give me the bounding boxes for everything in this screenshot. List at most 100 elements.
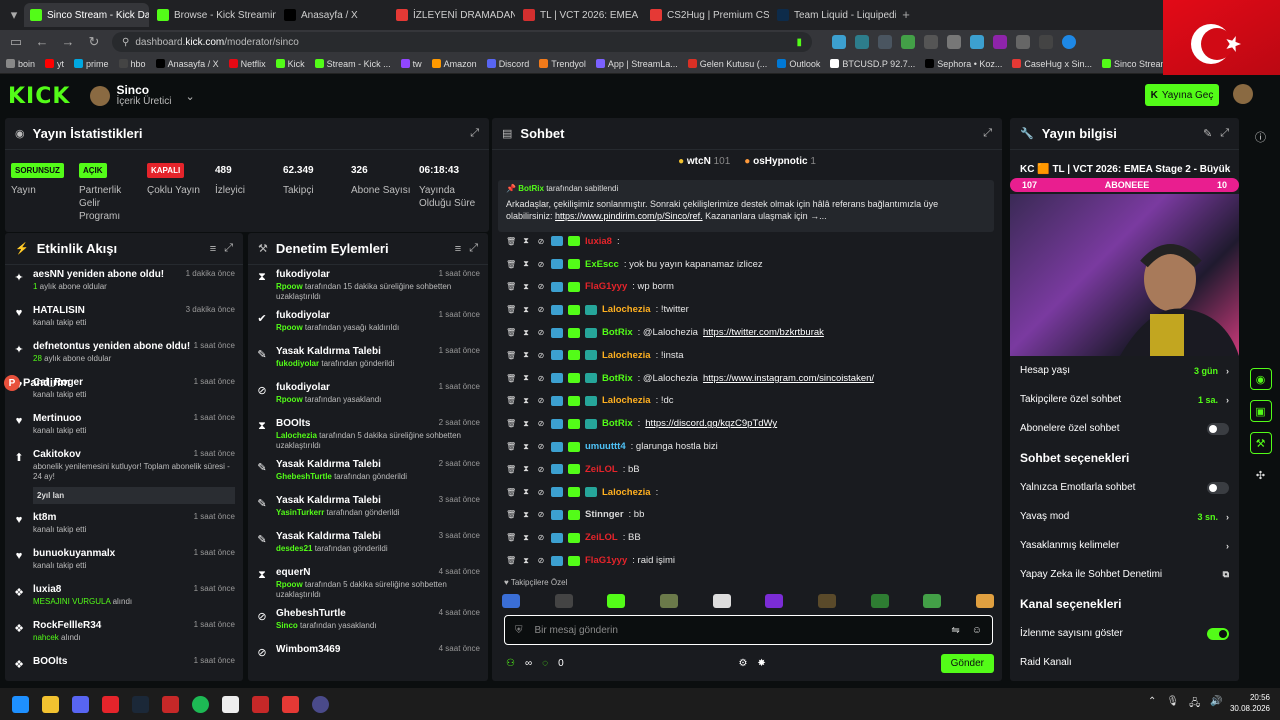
feed-item[interactable]: ⬆ Cakitokov 1 saat önce abonelik yenilemesi…: [5, 445, 243, 508]
extension-icon[interactable]: [993, 35, 1007, 49]
chevron-right-icon[interactable]: ›: [1226, 541, 1229, 551]
browser-tab[interactable]: Sinco Stream - Kick Dashbo: [24, 3, 149, 27]
ban-icon[interactable]: ⊘: [536, 556, 546, 565]
toggle-switch[interactable]: [1207, 422, 1229, 435]
extension-icon[interactable]: [878, 35, 892, 49]
emote[interactable]: [817, 594, 836, 608]
app-icon[interactable]: [162, 695, 179, 713]
extension-icon[interactable]: [924, 35, 938, 49]
emote[interactable]: [659, 594, 678, 608]
mod-item[interactable]: ⧗ BOOlts 2 saat önce Lalochezia tarafından …: [248, 414, 488, 455]
chat-username[interactable]: ZeiLOL: [585, 464, 618, 475]
users-icon[interactable]: ⚇: [506, 658, 515, 669]
emoji-icon[interactable]: ☺: [972, 625, 982, 636]
ban-icon[interactable]: ⊘: [536, 328, 546, 337]
chevron-down-icon[interactable]: ⌄: [185, 90, 194, 103]
setting-row[interactable]: Yasaklanmış kelimeler ›: [1010, 531, 1239, 560]
delete-icon[interactable]: 🗑: [506, 374, 516, 383]
chat-message[interactable]: 🗑 ⧗ ⊘ ZeiLOL: BB: [506, 526, 992, 549]
external-link-icon[interactable]: ⧉: [1223, 569, 1229, 580]
mod-item[interactable]: ✎ Yasak Kaldırma Talebi 2 saat önce Ghebesh…: [248, 455, 488, 491]
chat-username[interactable]: Lalochezia: [602, 350, 651, 361]
delete-icon[interactable]: 🗑: [506, 328, 516, 337]
timeout-icon[interactable]: ⧗: [521, 419, 531, 429]
chat-username[interactable]: FlaG1yyy: [585, 555, 627, 566]
bookmark-icon[interactable]: ▮: [796, 37, 802, 48]
bookmark-item[interactable]: Trendyol: [539, 59, 586, 69]
chat-message[interactable]: 🗑 ⧗ ⊘ luxia8:: [506, 230, 992, 253]
ban-icon[interactable]: ⊘: [536, 374, 546, 383]
vivaldi-icon[interactable]: [102, 695, 119, 713]
network-icon[interactable]: 🖧: [1189, 696, 1200, 713]
timeout-icon[interactable]: ⧗: [521, 259, 531, 269]
timeout-icon[interactable]: ⧗: [521, 305, 531, 315]
emote[interactable]: [502, 594, 520, 608]
feed-item[interactable]: ♥ bunuokuyanmalx 1 saat önce kanalı takip e…: [5, 544, 243, 580]
bookmark-item[interactable]: CaseHug x Sin...: [1012, 59, 1092, 69]
link-icon[interactable]: ∞: [525, 658, 532, 669]
browser-tab[interactable]: Browse - Kick Streaming: [151, 3, 276, 27]
back-icon[interactable]: ←: [34, 34, 50, 50]
chat-link[interactable]: https://discord.gg/kqzC9pTdWy: [645, 418, 777, 429]
mod-item[interactable]: ✎ Yasak Kaldırma Talebi 3 saat önce YasinTu…: [248, 491, 488, 527]
settings-gear-icon[interactable]: ⚙: [738, 658, 747, 669]
mod-item[interactable]: ⊘ fukodiyolar 1 saat önce Rpoow tarafından …: [248, 378, 488, 414]
toggle-switch[interactable]: [1207, 627, 1229, 640]
app-icon[interactable]: [222, 695, 239, 713]
chat-input[interactable]: ⛨ Bir mesaj gönderin ⇋ ☺: [504, 615, 993, 645]
new-tab-icon[interactable]: +: [898, 7, 914, 23]
chat-username[interactable]: luxia8: [585, 236, 612, 247]
ban-icon[interactable]: ⊘: [536, 237, 546, 246]
ban-icon[interactable]: ⊘: [536, 305, 546, 314]
ban-icon[interactable]: ⊘: [536, 533, 546, 542]
forward-icon[interactable]: →: [60, 34, 76, 50]
layout-icon[interactable]: ▣: [1249, 400, 1272, 422]
setting-row[interactable]: Yapay Zeka ile Sohbet Denetimi ⧉: [1010, 560, 1239, 589]
mod-item[interactable]: ⊘ GhebeshTurtle 4 saat önce Sinco tarafında…: [248, 604, 488, 640]
chat-username[interactable]: FlaG1yyy: [585, 281, 627, 292]
feed-item[interactable]: ♥ Mertinuoo 1 saat önce kanalı takip etti: [5, 409, 243, 445]
timeout-icon[interactable]: ⧗: [521, 464, 531, 474]
chevron-right-icon[interactable]: ›: [1226, 366, 1229, 376]
bookmark-item[interactable]: Gelen Kutusu (...: [687, 59, 767, 69]
browser-tab[interactable]: TL | VCT 2026: EMEA: [517, 3, 642, 27]
start-icon[interactable]: [12, 695, 29, 713]
feed-item[interactable]: ❖ luxia8 1 saat önce MESAJINI VURGULA alınd…: [5, 580, 243, 616]
mod-item[interactable]: ✎ Yasak Kaldırma Talebi 3 saat önce desdes2…: [248, 527, 488, 563]
file-explorer-icon[interactable]: [42, 695, 59, 713]
extension-icon[interactable]: [832, 35, 846, 49]
chat-username[interactable]: BotRix: [602, 373, 633, 384]
extension-icon[interactable]: [947, 35, 961, 49]
extension-icon[interactable]: [970, 35, 984, 49]
chevron-up-icon[interactable]: ⌃: [1148, 696, 1156, 713]
chat-username[interactable]: umuuttt4: [585, 441, 626, 452]
setting-row[interactable]: Abonelere özel sohbet: [1010, 414, 1239, 443]
profile-icon[interactable]: [1062, 35, 1076, 49]
filter-icon[interactable]: ≡: [455, 243, 461, 255]
chat-username[interactable]: BotRix: [602, 418, 633, 429]
chat-message[interactable]: 🗑 ⧗ ⊘ umuuttt4: glarunga hostla bizi: [506, 435, 992, 458]
timeout-icon[interactable]: ⧗: [521, 442, 531, 452]
bookmark-item[interactable]: Anasayfa / X: [155, 59, 219, 69]
feed-item[interactable]: ✦ defnetontus yeniden abone oldu! 1 saat ö…: [5, 337, 243, 373]
expand-icon[interactable]: ⤢: [224, 242, 233, 255]
ban-icon[interactable]: ⊘: [536, 488, 546, 497]
chat-username[interactable]: Stinnger: [585, 509, 624, 520]
browser-tab[interactable]: Team Liquid - Liquipedia V: [771, 3, 896, 27]
chat-username[interactable]: Lalochezia: [602, 395, 651, 406]
bookmark-item[interactable]: yt: [45, 59, 64, 69]
extension-icon[interactable]: [855, 35, 869, 49]
bookmark-item[interactable]: Outlook: [777, 59, 820, 69]
expand-icon[interactable]: ⤢: [983, 127, 992, 140]
browser-tab[interactable]: CS2Hug | Premium CS2 & C: [644, 3, 769, 27]
chat-username[interactable]: ExEscc: [585, 259, 619, 270]
chevron-right-icon[interactable]: ›: [1226, 395, 1229, 405]
bookmark-item[interactable]: Kick: [275, 59, 305, 69]
delete-icon[interactable]: 🗑: [506, 510, 516, 519]
bookmark-item[interactable]: BTCUSD.P 92.7...: [830, 59, 915, 69]
filter-icon[interactable]: ≡: [210, 243, 216, 255]
bookmark-item[interactable]: hbo: [118, 59, 146, 69]
timeout-icon[interactable]: ⧗: [521, 328, 531, 338]
delete-icon[interactable]: 🗑: [506, 237, 516, 246]
chat-message[interactable]: 🗑 ⧗ ⊘ Lalochezia: !insta: [506, 344, 992, 367]
